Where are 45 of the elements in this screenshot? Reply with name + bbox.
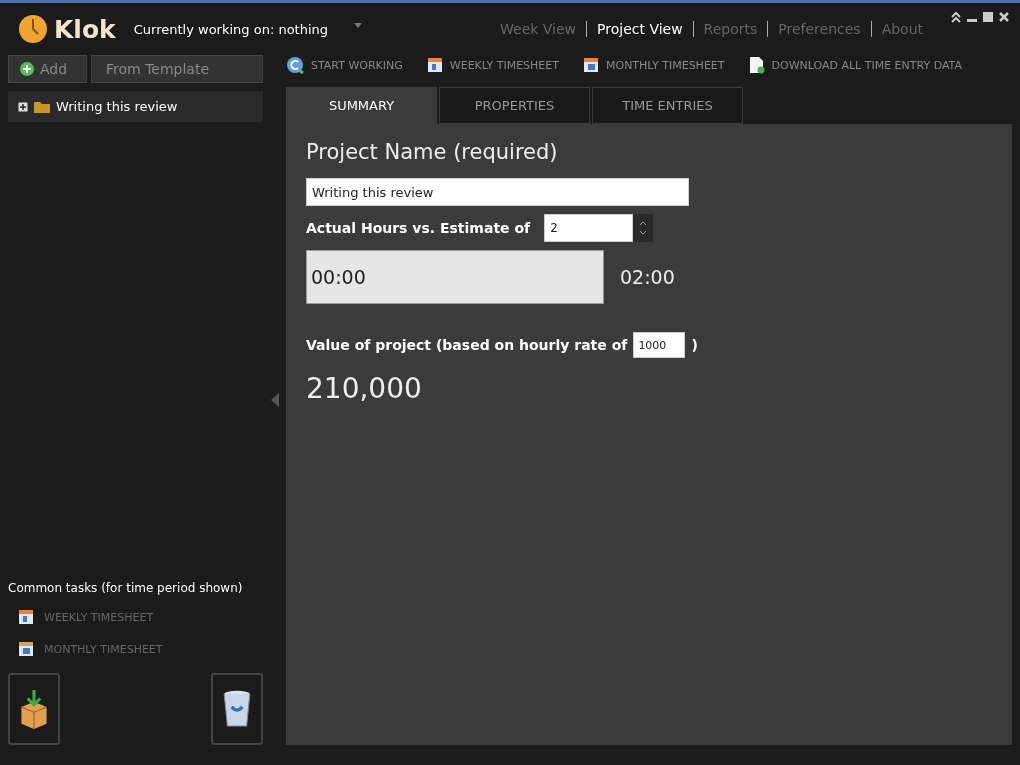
calendar-icon bbox=[18, 609, 34, 625]
actual-hours-display: 00:00 bbox=[306, 250, 604, 304]
hourly-rate-field[interactable]: 1000 bbox=[633, 332, 686, 358]
project-name-field[interactable]: Writing this review bbox=[306, 178, 689, 206]
toolbar-link[interactable]: MONTHLY TIMESHEET bbox=[583, 57, 725, 73]
tab[interactable]: SUMMARY bbox=[286, 87, 437, 124]
plus-icon bbox=[19, 61, 35, 77]
project-value: 210,000 bbox=[306, 372, 423, 405]
estimate-label: Actual Hours vs. Estimate of bbox=[306, 220, 531, 236]
common-task-link[interactable]: WEEKLY TIMESHEET bbox=[18, 609, 263, 625]
tab[interactable]: TIME ENTRIES bbox=[592, 87, 743, 124]
estimate-field[interactable]: 2 bbox=[544, 214, 634, 242]
common-tasks-heading: Common tasks (for time period shown) bbox=[8, 581, 244, 595]
trash-icon[interactable] bbox=[211, 673, 263, 745]
closing-parenthesis: ) bbox=[691, 337, 698, 353]
project-name-label: Project Name (required) bbox=[306, 140, 559, 164]
nav-link[interactable]: Week View bbox=[490, 21, 587, 37]
project-value-label: Value of project (based on hourly rate of bbox=[306, 337, 628, 353]
app-logo: Klok bbox=[54, 14, 116, 44]
import-box-icon[interactable] bbox=[8, 673, 60, 745]
project-name[interactable]: Writing this review bbox=[56, 99, 178, 114]
nav-link[interactable]: About bbox=[871, 21, 934, 37]
dropdown-icon[interactable] bbox=[354, 22, 363, 28]
close-icon[interactable] bbox=[998, 11, 1010, 23]
estimate-time: 02:00 bbox=[620, 266, 675, 288]
current-task-label: Currently working on: nothing bbox=[133, 21, 329, 37]
document-icon bbox=[748, 56, 765, 74]
calendar-icon bbox=[18, 641, 34, 657]
folder-icon bbox=[34, 100, 50, 113]
common-task-link[interactable]: MONTHLY TIMESHEET bbox=[18, 641, 263, 657]
sidebar-button[interactable]: Add bbox=[8, 55, 87, 83]
toolbar-link[interactable]: WEEKLY TIMESHEET bbox=[426, 57, 559, 73]
sidebar-button[interactable]: From Template bbox=[91, 55, 263, 83]
maximize-icon[interactable] bbox=[982, 11, 994, 23]
collapse-icon[interactable] bbox=[950, 11, 962, 23]
expand-toggle-icon[interactable] bbox=[18, 101, 28, 112]
toolbar-link[interactable]: DOWNLOAD ALL TIME ENTRY DATA bbox=[748, 56, 962, 74]
nav-link[interactable]: Reports bbox=[693, 21, 768, 37]
tree-item[interactable]: Writing this review bbox=[8, 91, 263, 122]
calendar-icon bbox=[583, 57, 599, 73]
nav-link[interactable]: Preferences bbox=[768, 21, 871, 37]
nav-link[interactable]: Project View bbox=[587, 21, 693, 37]
toolbar-link[interactable]: START WORKING bbox=[286, 56, 403, 74]
calendar-icon bbox=[426, 57, 443, 73]
tab[interactable]: PROPERTIES bbox=[439, 87, 590, 124]
